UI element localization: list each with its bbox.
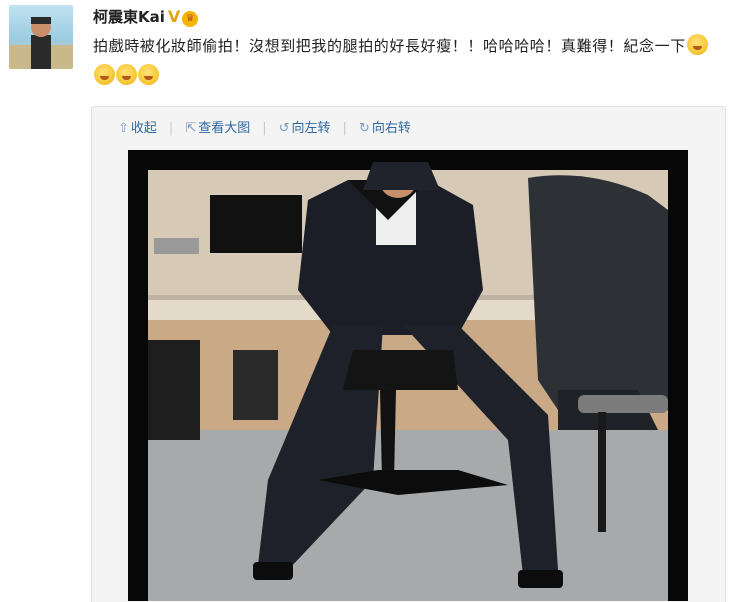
verified-badge-icon: V [167, 7, 181, 26]
emoji-icon [686, 34, 708, 55]
avatar-image [9, 17, 73, 69]
post-text: 拍戲時被化妝師偷拍！沒想到把我的腿拍的好長好瘦！！哈哈哈哈！真難得！紀念一下 [93, 31, 723, 91]
post-body: 拍戲時被化妝師偷拍！沒想到把我的腿拍的好長好瘦！！哈哈哈哈！真難得！紀念一下 [93, 37, 686, 55]
media-toolbar: ⇧ 收起 | ⇱ 查看大图 | ↺ 向左转 | ↻ 向右转 [118, 117, 423, 136]
rotate-right-button[interactable]: ↻ 向右转 [359, 117, 411, 136]
view-large-button[interactable]: ⇱ 查看大图 [185, 117, 250, 136]
emoji-icon [116, 64, 137, 85]
rotate-left-label: 向左转 [291, 121, 331, 136]
toolbar-divider: | [342, 121, 347, 136]
emoji-icon [94, 64, 115, 85]
collapse-label: 收起 [130, 121, 157, 136]
photo-image [128, 150, 688, 601]
avatar[interactable] [9, 5, 73, 69]
rotate-left-icon: ↺ [278, 121, 290, 136]
rotate-left-button[interactable]: ↺ 向左转 [279, 117, 331, 136]
view-large-label: 查看大图 [198, 121, 251, 136]
rotate-right-icon: ↻ [358, 121, 370, 136]
crown-badge-icon: ♛ [182, 11, 199, 27]
collapse-button[interactable]: ⇧ 收起 [118, 117, 157, 136]
emoji-icon [138, 64, 159, 85]
up-arrow-icon: ⇧ [118, 121, 129, 136]
rotate-right-label: 向右转 [371, 121, 411, 136]
toolbar-divider: | [262, 121, 267, 136]
toolbar-divider: | [168, 121, 174, 136]
external-link-icon: ⇱ [185, 121, 197, 136]
username[interactable]: 柯震東Kai V ♛ [93, 6, 199, 27]
post-photo[interactable] [128, 150, 688, 601]
username-text[interactable]: 柯震東Kai [93, 8, 165, 26]
